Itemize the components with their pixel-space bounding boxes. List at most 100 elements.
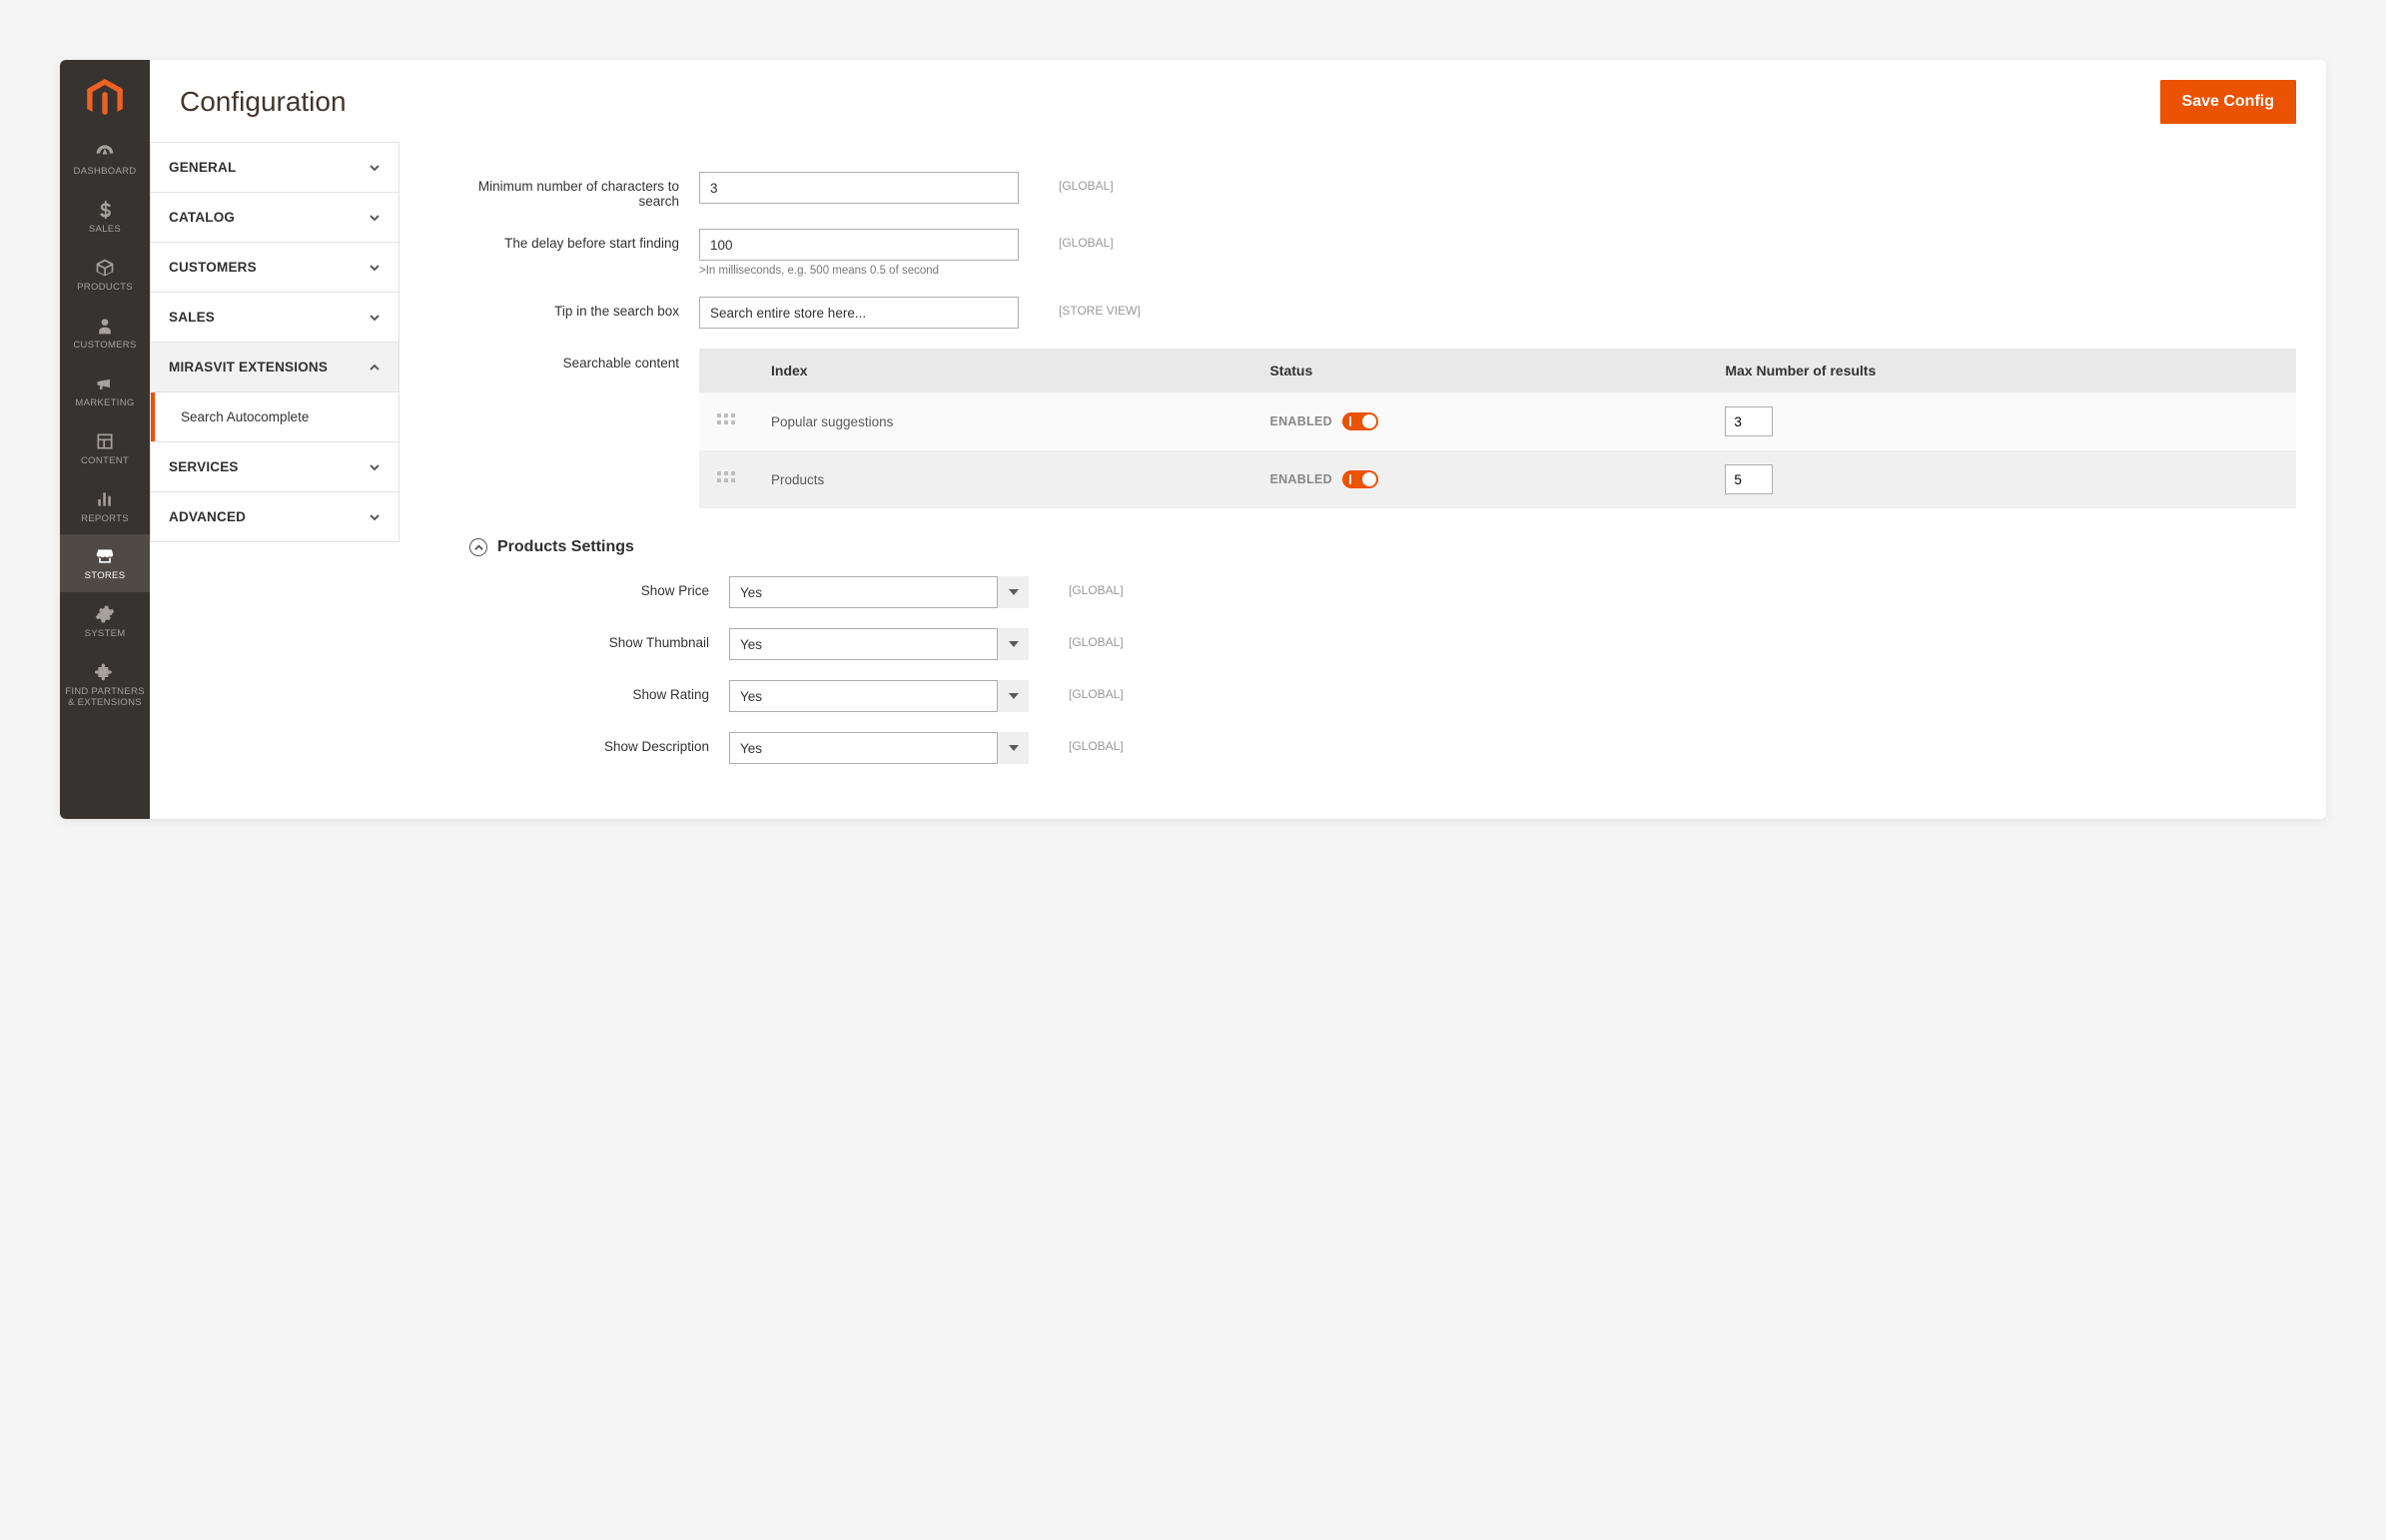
- config-section-label: CATALOG: [169, 210, 235, 225]
- config-sub-label: Search Autocomplete: [181, 409, 309, 424]
- sidebar-item-label: STORES: [85, 571, 126, 582]
- drag-handle-icon[interactable]: [717, 413, 735, 430]
- field-label: Show Rating: [439, 680, 729, 702]
- sidebar-item-label: FIND PARTNERS & EXTENSIONS: [62, 687, 148, 709]
- index-cell: Popular suggestions: [753, 392, 1251, 450]
- sidebar-item-partners[interactable]: FIND PARTNERS & EXTENSIONS: [60, 650, 150, 719]
- config-panel: Minimum number of characters to search […: [399, 142, 2326, 819]
- sidebar-item-products[interactable]: PRODUCTS: [60, 246, 150, 304]
- chevron-down-icon: [369, 511, 381, 523]
- index-cell: Products: [753, 450, 1251, 508]
- config-sub-search-autocomplete[interactable]: Search Autocomplete: [150, 392, 399, 442]
- sidebar-item-sales[interactable]: SALES: [60, 188, 150, 246]
- field-show-thumbnail: Show Thumbnail Yes [GLOBAL]: [439, 628, 2296, 660]
- sidebar-item-label: SALES: [89, 225, 121, 236]
- config-nav: GENERAL CATALOG CUSTOMERS SALES MIRASVIT…: [150, 142, 399, 819]
- drag-handle-icon[interactable]: [717, 471, 735, 488]
- field-label: The delay before start finding: [439, 229, 699, 251]
- tip-input[interactable]: [699, 297, 1019, 329]
- table-header-status: Status: [1251, 349, 1707, 392]
- sidebar-item-label: DASHBOARD: [74, 167, 137, 178]
- chevron-down-icon: [369, 212, 381, 224]
- table-row: Products ENABLED: [699, 450, 2296, 508]
- config-section-catalog[interactable]: CATALOG: [150, 193, 399, 243]
- show-description-select[interactable]: Yes: [729, 732, 1029, 764]
- layout-icon: [95, 431, 115, 451]
- delay-input[interactable]: [699, 229, 1019, 261]
- sidebar-item-stores[interactable]: STORES: [60, 534, 150, 592]
- config-section-services[interactable]: SERVICES: [150, 442, 399, 492]
- person-icon: [95, 316, 115, 336]
- box-icon: [95, 258, 115, 278]
- config-section-label: GENERAL: [169, 160, 236, 175]
- field-label: Show Description: [439, 732, 729, 754]
- page-title: Configuration: [180, 86, 347, 118]
- scope-label: [GLOBAL]: [1029, 732, 1124, 753]
- sidebar-item-label: CUSTOMERS: [73, 341, 136, 352]
- bar-chart-icon: [95, 489, 115, 509]
- field-label: Tip in the search box: [439, 297, 699, 319]
- field-show-description: Show Description Yes [GLOBAL]: [439, 732, 2296, 764]
- chevron-up-icon: [369, 362, 381, 374]
- status-toggle[interactable]: [1342, 470, 1378, 488]
- status-toggle[interactable]: [1342, 412, 1378, 430]
- field-min-chars: Minimum number of characters to search […: [439, 172, 2296, 209]
- config-section-sales[interactable]: SALES: [150, 293, 399, 343]
- field-show-price: Show Price Yes [GLOBAL]: [439, 576, 2296, 608]
- sidebar-item-system[interactable]: SYSTEM: [60, 592, 150, 650]
- scope-label: [GLOBAL]: [1019, 172, 1114, 193]
- field-label: Show Price: [439, 576, 729, 598]
- save-config-button[interactable]: Save Config: [2160, 80, 2296, 124]
- field-tip: Tip in the search box [STORE VIEW]: [439, 297, 2296, 329]
- sidebar-item-marketing[interactable]: MARKETING: [60, 362, 150, 419]
- show-thumbnail-select[interactable]: Yes: [729, 628, 1029, 660]
- min-chars-input[interactable]: [699, 172, 1019, 204]
- field-label: Show Thumbnail: [439, 628, 729, 650]
- field-label: Searchable content: [439, 349, 699, 371]
- config-section-general[interactable]: GENERAL: [150, 143, 399, 193]
- status-text: ENABLED: [1269, 472, 1332, 486]
- app-frame: DASHBOARD SALES PRODUCTS CUSTOMERS MARKE…: [60, 60, 2326, 819]
- main-area: Configuration Save Config GENERAL CATALO…: [150, 60, 2326, 819]
- collapse-up-icon: [469, 538, 487, 556]
- sidebar-item-customers[interactable]: CUSTOMERS: [60, 304, 150, 362]
- section-title: Products Settings: [497, 538, 634, 556]
- topbar: Configuration Save Config: [150, 60, 2326, 142]
- megaphone-icon: [95, 374, 115, 393]
- sidebar-item-label: MARKETING: [75, 398, 134, 409]
- status-text: ENABLED: [1269, 414, 1332, 428]
- show-price-select[interactable]: Yes: [729, 576, 1029, 608]
- show-rating-select[interactable]: Yes: [729, 680, 1029, 712]
- sidebar-item-content[interactable]: CONTENT: [60, 419, 150, 477]
- field-searchable-content: Searchable content Index Status Max Numb…: [439, 349, 2296, 508]
- table-header-index: Index: [753, 349, 1251, 392]
- sidebar-item-reports[interactable]: REPORTS: [60, 477, 150, 535]
- content-area: GENERAL CATALOG CUSTOMERS SALES MIRASVIT…: [150, 142, 2326, 819]
- products-settings-header[interactable]: Products Settings: [469, 538, 2296, 556]
- config-section-advanced[interactable]: ADVANCED: [150, 492, 399, 542]
- sidebar-item-dashboard[interactable]: DASHBOARD: [60, 130, 150, 188]
- table-row: Popular suggestions ENABLED: [699, 392, 2296, 450]
- config-section-mirasvit[interactable]: MIRASVIT EXTENSIONS: [150, 343, 399, 392]
- chevron-down-icon: [369, 461, 381, 473]
- searchable-content-table: Index Status Max Number of results Popul…: [699, 349, 2296, 508]
- scope-label: [GLOBAL]: [1029, 680, 1124, 701]
- admin-sidebar: DASHBOARD SALES PRODUCTS CUSTOMERS MARKE…: [60, 60, 150, 819]
- scope-label: [GLOBAL]: [1029, 576, 1124, 597]
- store-icon: [95, 546, 115, 566]
- magento-logo[interactable]: [60, 60, 150, 130]
- sidebar-item-label: CONTENT: [81, 456, 129, 467]
- dollar-icon: [95, 200, 115, 220]
- chevron-down-icon: [369, 162, 381, 174]
- config-section-label: SERVICES: [169, 459, 239, 474]
- field-delay: The delay before start finding >In milli…: [439, 229, 2296, 277]
- config-section-label: SALES: [169, 310, 215, 325]
- gear-icon: [95, 604, 115, 624]
- max-results-input[interactable]: [1725, 406, 1773, 436]
- field-show-rating: Show Rating Yes [GLOBAL]: [439, 680, 2296, 712]
- table-header-max: Max Number of results: [1707, 349, 2296, 392]
- max-results-input[interactable]: [1725, 464, 1773, 494]
- scope-label: [GLOBAL]: [1029, 628, 1124, 649]
- config-section-customers[interactable]: CUSTOMERS: [150, 243, 399, 293]
- chevron-down-icon: [369, 262, 381, 274]
